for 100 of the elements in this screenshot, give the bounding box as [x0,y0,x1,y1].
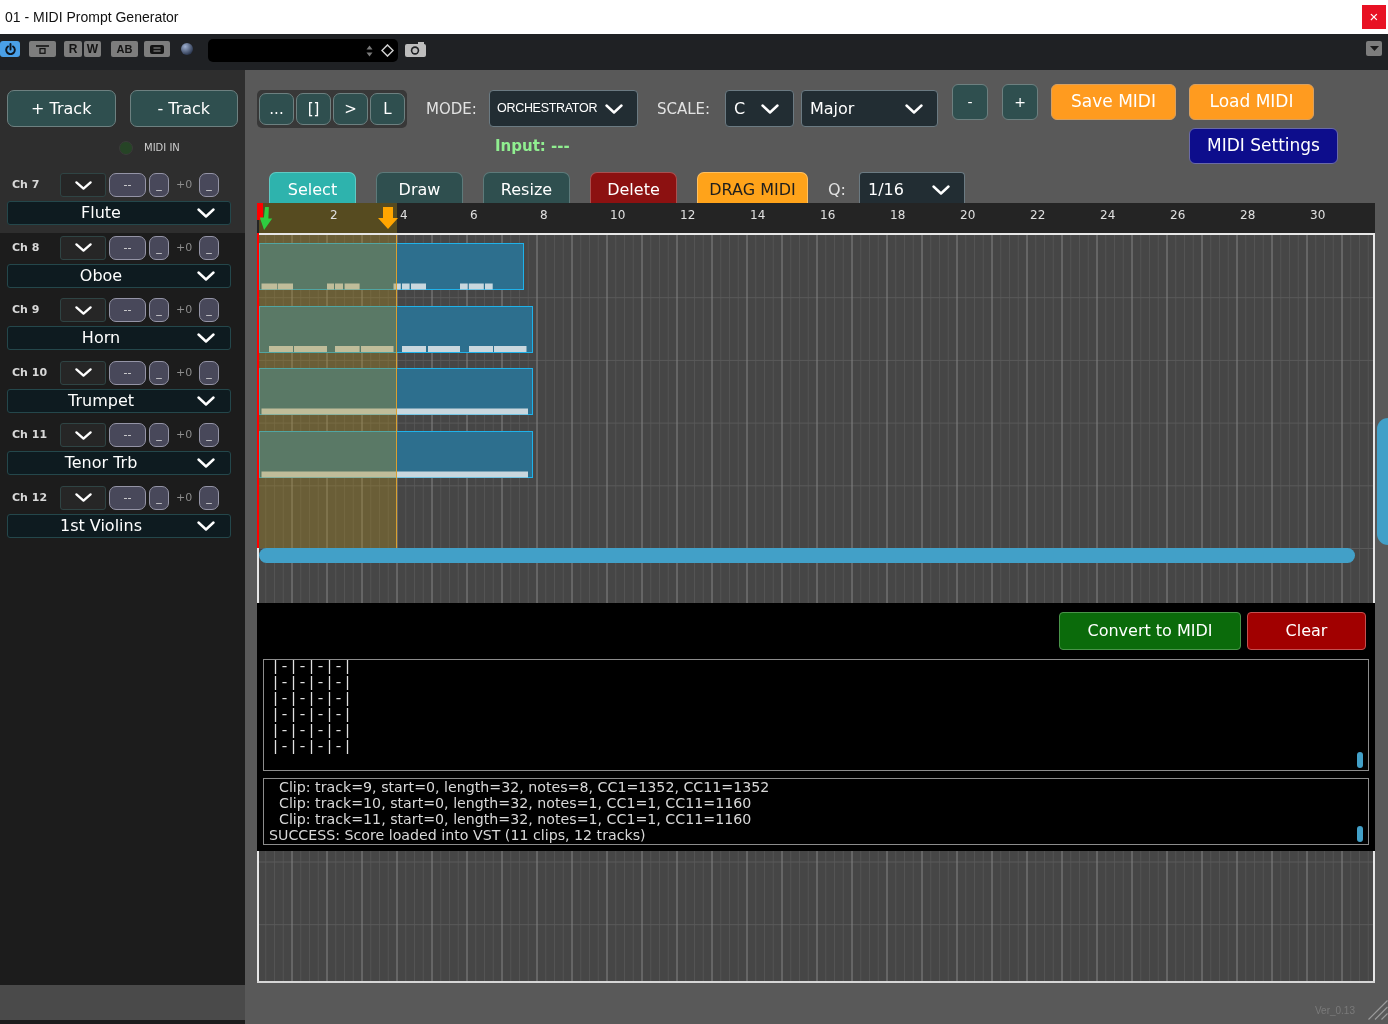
toggle-button[interactable] [144,41,170,57]
preset-field[interactable] [208,39,398,62]
ruler-label: 28 [1240,208,1256,222]
down-arrow-marker-icon[interactable] [378,207,398,229]
pill-button[interactable]: _ [149,485,169,510]
timeline-ruler[interactable]: 2 4 6 8 10 12 14 16 18 20 22 24 26 28 30 [257,203,1375,233]
channel-dropdown[interactable] [60,173,106,197]
ruler-label: 16 [820,208,836,222]
channel-dropdown[interactable] [60,298,106,322]
chevron-down-icon [197,208,215,218]
drag-midi-button[interactable]: DRAG MIDI [697,172,808,203]
ruler-label: 22 [1030,208,1046,222]
clear-button[interactable]: Clear [1247,612,1366,650]
offset-label: +0 [176,240,193,255]
quantize-dropdown[interactable]: 1/16 [859,172,965,203]
offset-label: +0 [176,178,193,192]
diamond-icon [381,44,394,57]
add-track-button[interactable]: + Track [7,90,116,127]
dropdown-button[interactable] [1366,41,1382,56]
sphere-icon [181,43,193,55]
offset-label: +0 [176,428,193,442]
pill-button[interactable]: _ [199,298,219,322]
toggle-button[interactable]: R [64,41,82,57]
pill-button[interactable]: _ [199,485,219,510]
instrument-dropdown[interactable]: Flute [7,201,231,225]
plus-button[interactable]: + [1002,84,1038,120]
instrument-dropdown[interactable]: Oboe [7,263,231,288]
midi-clip[interactable] [259,243,524,290]
midi-clip[interactable] [259,368,533,415]
scrollbar-thumb[interactable] [1357,752,1363,768]
chevron-down-icon [932,185,950,195]
mode-dropdown[interactable]: ORCHESTRATOR [489,90,638,127]
midi-clip[interactable] [259,431,533,478]
playhead-marker-icon[interactable] [257,203,263,220]
mode-label: MODE: [426,98,477,120]
horizontal-scrollbar[interactable] [259,548,1355,563]
track-row[interactable]: Ch 7 -- _ +0 _ Flute [0,170,245,233]
tool-button[interactable]: Delete [590,172,677,203]
pill-button[interactable]: _ [149,235,169,260]
pill-button[interactable]: _ [149,298,169,322]
transport-button[interactable]: ... [259,93,294,125]
instrument-dropdown[interactable]: Tenor Trb [7,451,231,475]
instrument-dropdown[interactable]: Horn [7,326,231,350]
piano-roll-grid[interactable] [257,233,1375,983]
midi-settings-button[interactable]: MIDI Settings [1189,128,1338,164]
pill-button[interactable]: _ [199,360,219,385]
pill-button[interactable]: -- [109,485,146,510]
toggle-button[interactable]: W [84,41,101,57]
chevron-down-icon [605,103,623,114]
tool-button[interactable]: Resize [483,172,570,203]
pill-button[interactable]: -- [109,298,146,322]
pill-button[interactable]: _ [199,235,219,260]
power-icon [4,43,16,55]
toggle-button[interactable]: AB [111,41,138,57]
transport-button[interactable]: L [370,93,405,125]
channel-dropdown[interactable] [60,485,106,510]
pill-button[interactable]: -- [109,173,146,197]
log-line: Clip: track=9, start=0, length=32, notes=8, CC1=1352, CC11=1352 [279,779,770,795]
scale-dropdown[interactable]: Major [801,90,938,127]
ruler-label: 30 [1310,208,1326,222]
pill-button[interactable]: _ [199,423,219,447]
toggle-button[interactable] [29,41,56,57]
power-button[interactable] [0,41,20,57]
pill-button[interactable]: _ [149,360,169,385]
pill-button[interactable]: _ [149,173,169,197]
down-arrow-marker-icon[interactable] [259,207,273,230]
resize-grip-icon[interactable] [1368,1000,1388,1020]
close-button[interactable]: × [1362,5,1386,29]
offset-label: +0 [176,365,193,380]
chevron-down-icon [74,180,92,190]
pill-button[interactable]: -- [109,423,146,447]
pill-button[interactable]: -- [109,235,146,260]
pill-button[interactable]: -- [109,360,146,385]
input-status-text: Input: --- [495,138,570,155]
chevron-down-icon [197,520,215,531]
convert-button[interactable]: Convert to MIDI [1059,612,1241,650]
pill-button[interactable]: _ [149,423,169,447]
prompt-input-field[interactable]: |-|-|-|-| |-|-|-|-| |-|-|-|-| |-|-|-|-| |-|-|-|-| |-|-|-|-| [263,659,1369,771]
scrollbar-thumb[interactable] [1357,826,1363,842]
vertical-scrollbar[interactable] [1377,418,1388,545]
ruler-label: 12 [680,208,696,222]
log-line: Clip: track=10, start=0, length=32, notes=1, CC1=1, CC11=1160 [279,795,752,811]
instrument-dropdown[interactable]: Trumpet [7,388,231,413]
chevron-down-icon [197,458,215,468]
channel-dropdown[interactable] [60,423,106,447]
key-dropdown[interactable]: C [725,90,794,127]
remove-track-button[interactable]: - Track [129,90,238,127]
channel-dropdown[interactable] [60,235,106,260]
chevron-down-icon [74,430,92,440]
tool-button[interactable]: Draw [376,172,463,203]
instrument-dropdown[interactable]: 1st Violins [7,513,231,538]
channel-dropdown[interactable] [60,360,106,385]
chevron-down-icon [905,103,923,114]
transport-button[interactable]: [] [296,93,331,125]
minus-button[interactable]: - [952,84,988,120]
transport-button[interactable]: > [333,93,368,125]
log-line: SUCCESS: Score loaded into VST (11 clips, 12 tracks) [269,827,646,843]
midi-clip[interactable] [259,306,533,353]
camera-icon[interactable] [405,42,426,57]
pill-button[interactable]: _ [199,173,219,197]
